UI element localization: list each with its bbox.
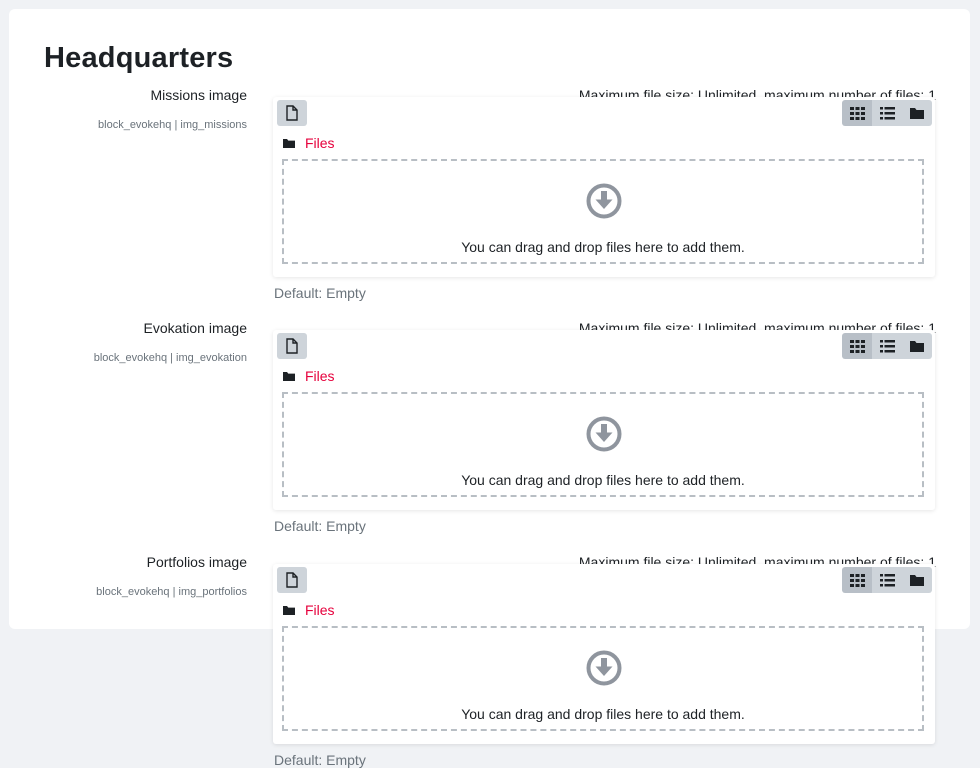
- drop-zone[interactable]: You can drag and drop files here to add …: [282, 159, 924, 264]
- file-add-icon: [286, 572, 298, 588]
- folder-view-icon: [910, 341, 924, 352]
- add-file-button[interactable]: [277, 333, 307, 359]
- default-value: Default: Empty: [274, 518, 366, 534]
- folder-view-button[interactable]: [902, 100, 932, 126]
- grid-view-icon: [849, 573, 865, 587]
- folder-view-icon: [910, 108, 924, 119]
- drop-zone[interactable]: You can drag and drop files here to add …: [282, 392, 924, 497]
- file-manager-toolbar: [273, 330, 935, 362]
- setting-label: Evokation image: [143, 320, 247, 336]
- list-view-icon: [879, 106, 895, 119]
- drop-zone[interactable]: You can drag and drop files here to add …: [282, 626, 924, 731]
- path-bar: Files: [283, 133, 335, 153]
- path-bar: Files: [283, 366, 335, 386]
- setting-key: block_evokehq | img_missions: [98, 119, 247, 131]
- drop-zone-text: You can drag and drop files here to add …: [461, 472, 745, 488]
- folder-view-icon: [910, 575, 924, 586]
- list-view-button[interactable]: [872, 567, 902, 593]
- grid-view-button[interactable]: [842, 333, 872, 359]
- list-view-icon: [879, 573, 895, 586]
- grid-view-icon: [849, 339, 865, 353]
- drop-zone-text: You can drag and drop files here to add …: [461, 239, 745, 255]
- file-add-icon: [286, 338, 298, 354]
- default-value: Default: Empty: [274, 752, 366, 768]
- file-manager: Files You can drag and drop files here t…: [273, 330, 935, 510]
- path-bar: Files: [283, 600, 335, 620]
- setting-key: block_evokehq | img_evokation: [93, 352, 247, 364]
- drop-zone-text: You can drag and drop files here to add …: [461, 706, 745, 722]
- download-arrow-icon: [586, 650, 622, 686]
- file-manager-toolbar: [273, 564, 935, 596]
- folder-icon: [283, 606, 295, 615]
- default-value: Default: Empty: [274, 285, 366, 301]
- setting-label: Portfolios image: [146, 554, 247, 570]
- folder-view-button[interactable]: [902, 333, 932, 359]
- path-files-link[interactable]: Files: [305, 368, 335, 384]
- setting-label: Missions image: [150, 87, 247, 103]
- grid-view-button[interactable]: [842, 567, 872, 593]
- setting-key: block_evokehq | img_portfolios: [96, 586, 247, 598]
- file-manager-toolbar: [273, 97, 935, 129]
- folder-view-button[interactable]: [902, 567, 932, 593]
- list-view-button[interactable]: [872, 100, 902, 126]
- path-files-link[interactable]: Files: [305, 135, 335, 151]
- folder-icon: [283, 139, 295, 148]
- download-arrow-icon: [586, 416, 622, 452]
- download-arrow-icon: [586, 183, 622, 219]
- file-manager: Files You can drag and drop files here t…: [273, 97, 935, 277]
- file-add-icon: [286, 105, 298, 121]
- folder-icon: [283, 372, 295, 381]
- add-file-button[interactable]: [277, 100, 307, 126]
- list-view-icon: [879, 339, 895, 352]
- grid-view-button[interactable]: [842, 100, 872, 126]
- list-view-button[interactable]: [872, 333, 902, 359]
- file-manager: Files You can drag and drop files here t…: [273, 564, 935, 744]
- add-file-button[interactable]: [277, 567, 307, 593]
- grid-view-icon: [849, 106, 865, 120]
- page-title: Headquarters: [44, 42, 234, 74]
- path-files-link[interactable]: Files: [305, 602, 335, 618]
